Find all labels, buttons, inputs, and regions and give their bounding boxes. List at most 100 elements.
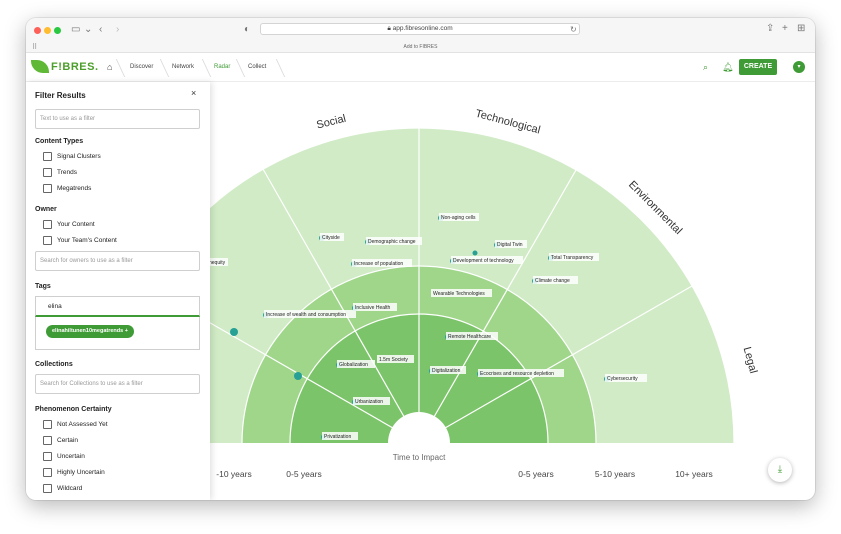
radar-item[interactable]: Wearable Technologies <box>431 289 492 297</box>
tags-heading: Tags <box>35 283 51 290</box>
checkbox-box[interactable] <box>43 468 52 477</box>
radar-item[interactable]: Total Transparency <box>548 253 599 261</box>
new-tab-icon[interactable]: + <box>782 23 788 35</box>
checkbox-label: Uncertain <box>57 453 85 460</box>
checkbox-label: Your Content <box>57 221 95 228</box>
svg-text:Ecocrises and resource depleti: Ecocrises and resource depletion <box>480 371 554 377</box>
radar-item[interactable]: Inclusive Health <box>352 303 397 311</box>
svg-text:Increase of population: Increase of population <box>354 261 403 267</box>
checkbox-label: Trends <box>57 169 77 176</box>
user-menu-icon[interactable]: ▾ <box>793 61 805 73</box>
checkbox-box[interactable] <box>43 220 52 229</box>
browser-window: ▭ ⌄ ‹ › ◐ 🔒︎ app.fibresonline.com ↻ ⇪ + … <box>26 18 815 500</box>
radar-item[interactable]: 1.5m Society <box>377 355 414 363</box>
radar-item[interactable]: Cybersecurity <box>604 374 647 382</box>
radar-item[interactable]: Increase of population <box>351 259 412 267</box>
tag-chip[interactable]: elinahiltunen10megatrends + <box>46 325 134 338</box>
browser-chrome: ▭ ⌄ ‹ › ◐ 🔒︎ app.fibresonline.com ↻ ⇪ + … <box>26 18 815 53</box>
svg-text:Demographic change: Demographic change <box>368 239 416 245</box>
nav-collect[interactable]: Collect <box>248 64 266 70</box>
logo-text: F!BRES. <box>51 61 99 73</box>
add-to-favorites-label: Add to FIBRES <box>403 44 438 50</box>
leaf-icon <box>31 60 49 73</box>
url-text: app.fibresonline.com <box>392 25 453 32</box>
bell-icon[interactable]: 🔔︎ <box>722 62 733 73</box>
radar-item[interactable]: Increase of wealth and consumption <box>263 310 356 318</box>
checkbox-box[interactable] <box>43 452 52 461</box>
owner-search-input[interactable]: Search for owners to use as a filter <box>35 251 200 271</box>
svg-text:Inclusive Health: Inclusive Health <box>355 305 391 311</box>
checkbox-label: Wildcard <box>57 485 83 492</box>
selected-tags-area: elinahiltunen10megatrends + <box>35 317 200 350</box>
radar-item[interactable]: Climate change <box>532 276 578 284</box>
radar-item[interactable]: Demographic change <box>365 237 422 245</box>
create-button[interactable]: CREATE <box>739 59 777 75</box>
radar-item[interactable]: Urbanization <box>352 397 390 405</box>
download-icon[interactable]: ⤓ <box>768 458 792 482</box>
checkbox-box[interactable] <box>43 184 52 193</box>
tab-overview-icon[interactable]: ⊞ <box>797 23 805 35</box>
reload-icon[interactable]: ↻ <box>570 24 577 36</box>
svg-text:Digital Twin: Digital Twin <box>497 242 523 248</box>
svg-text:Non-aging cells: Non-aging cells <box>441 215 476 221</box>
owner-heading: Owner <box>35 206 57 213</box>
checkbox-box[interactable] <box>43 436 52 445</box>
svg-text:Urbanization: Urbanization <box>355 399 383 405</box>
checkbox-box[interactable] <box>43 484 52 493</box>
sector-label-legal: Legal <box>741 346 760 375</box>
nav-radar[interactable]: Radar <box>214 64 230 70</box>
zoom-window-button[interactable] <box>54 27 61 34</box>
checkbox-label: Signal Clusters <box>57 153 101 160</box>
close-icon[interactable]: × <box>191 88 196 98</box>
svg-text:Cityside: Cityside <box>322 235 340 241</box>
fibres-logo[interactable]: F!BRES. <box>31 58 98 76</box>
radar-item[interactable]: Development of technology <box>450 256 523 264</box>
svg-text:Digitalization: Digitalization <box>432 368 461 374</box>
breadcrumb-divider <box>266 59 286 77</box>
radar-item[interactable]: Non-aging cells <box>438 213 479 221</box>
sidebar-toggle-icon[interactable]: ▭ <box>71 24 80 36</box>
axis-label: 0-5 years <box>286 469 321 479</box>
minimize-window-button[interactable] <box>44 27 51 34</box>
chevron-down-icon[interactable]: ⌄ <box>84 24 92 36</box>
address-bar[interactable]: 🔒︎ app.fibresonline.com <box>260 23 580 35</box>
radar-item[interactable]: Cityside <box>319 233 344 241</box>
radar-item[interactable]: Digitalization <box>429 366 466 374</box>
axis-label: 0-5 years <box>518 469 553 479</box>
radar-item[interactable]: Remote Healthcare <box>445 332 498 340</box>
radar-item[interactable]: Ecocrises and resource depletion <box>477 369 564 377</box>
axis-label: 5-10 years <box>595 469 635 479</box>
radar-item[interactable]: nequity <box>210 258 228 266</box>
radar-item[interactable]: Digital Twin <box>494 240 527 248</box>
share-icon[interactable]: ⇪ <box>766 23 774 35</box>
sector-label-technological: Technological <box>474 108 541 137</box>
radar-dot[interactable] <box>294 372 302 380</box>
forward-icon[interactable]: › <box>116 24 119 36</box>
checkbox-box[interactable] <box>43 236 52 245</box>
svg-text:Total Transparency: Total Transparency <box>551 255 594 261</box>
text-filter-input[interactable]: Text to use as a filter <box>35 109 200 129</box>
checkbox-box[interactable] <box>43 420 52 429</box>
checkbox-box[interactable] <box>43 152 52 161</box>
checkbox-label: Certain <box>57 437 78 444</box>
filter-panel: Filter Results × Text to use as a filter… <box>26 82 210 500</box>
checkbox-label: Highly Uncertain <box>57 469 105 476</box>
radar-item[interactable]: Privatization <box>321 432 358 440</box>
svg-text:Cybersecurity: Cybersecurity <box>607 376 638 382</box>
nav-discover[interactable]: Discover <box>130 64 153 70</box>
nav-network[interactable]: Network <box>172 64 194 70</box>
certainty-heading: Phenomenon Certainty <box>35 406 112 413</box>
collections-search-input[interactable]: Search for Collections to use as a filte… <box>35 374 200 394</box>
radar-dot[interactable] <box>230 328 238 336</box>
breadcrumb-divider <box>192 59 212 77</box>
close-window-button[interactable] <box>34 27 41 34</box>
svg-text:Globalization: Globalization <box>339 362 368 368</box>
checkbox-box[interactable] <box>43 168 52 177</box>
search-icon[interactable]: ⌕ <box>703 62 708 73</box>
privacy-shield-icon[interactable]: ◐ <box>244 24 250 36</box>
tag-search-input[interactable]: elina <box>35 296 200 317</box>
back-icon[interactable]: ‹ <box>99 24 102 36</box>
radar-dot[interactable] <box>472 250 478 256</box>
radar-item[interactable]: Globalization <box>336 360 375 368</box>
filter-title: Filter Results <box>35 91 86 100</box>
